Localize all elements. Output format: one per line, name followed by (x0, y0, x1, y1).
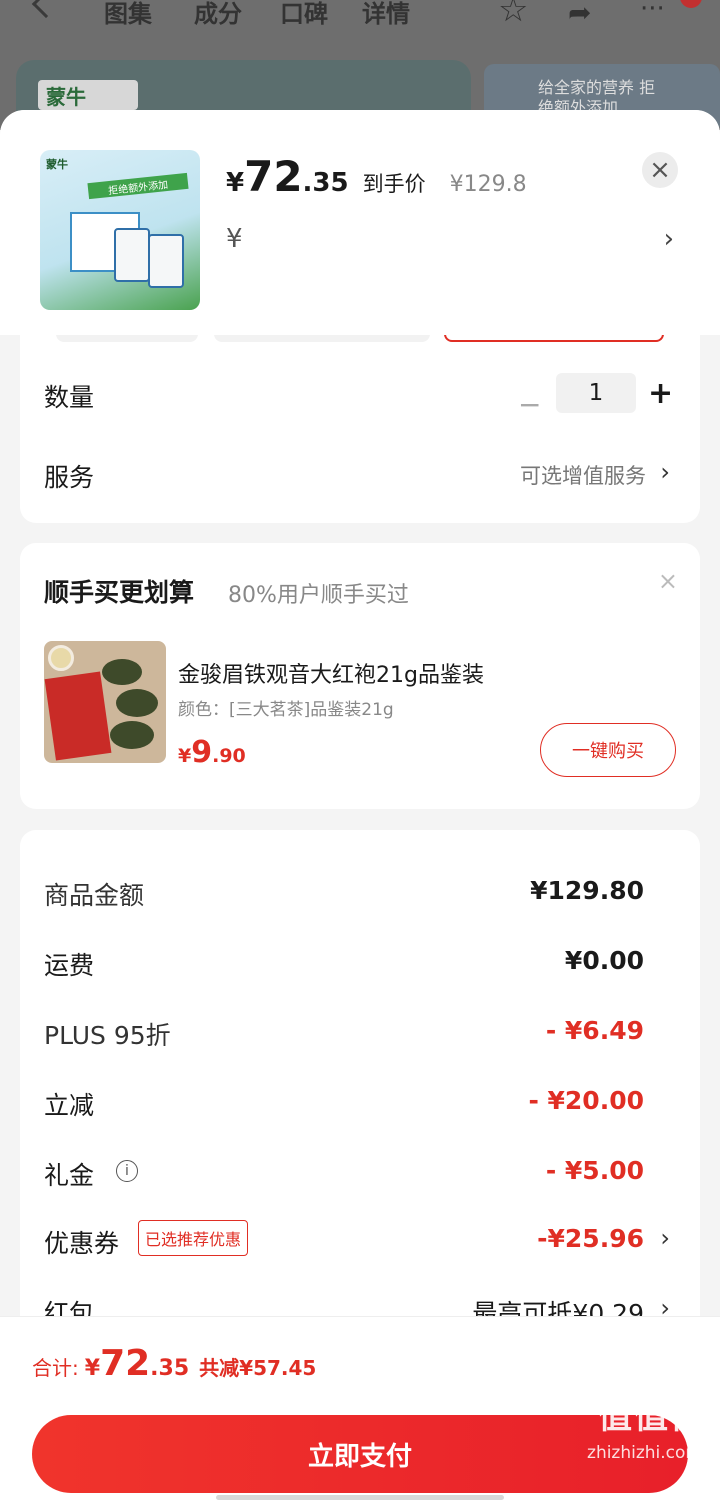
quantity-input[interactable]: 1 (556, 373, 636, 413)
service-label: 服务 (44, 463, 95, 492)
fee-row-coupon[interactable]: 优惠券 已选推荐优惠 -¥25.96 › (20, 1220, 700, 1264)
sub-currency: ¥ (226, 224, 243, 254)
home-indicator[interactable] (216, 1495, 504, 1500)
addon-price-decimal: .90 (212, 745, 246, 767)
addon-item-attr: 颜色：[三大茗茶]品鉴装21g (178, 700, 394, 720)
tea-cup (48, 645, 74, 671)
price-decimal: .35 (302, 168, 349, 198)
info-icon[interactable]: i (116, 1160, 138, 1182)
star-icon[interactable]: ☆ (498, 0, 528, 30)
service-value[interactable]: 可选增值服务 (520, 460, 646, 490)
thumb-can (148, 234, 184, 288)
one-click-buy-button[interactable]: 一键购买 (540, 723, 676, 777)
total-summary: 合计: ¥ 72 .35 共减¥57.45 (32, 1343, 316, 1384)
price-label: 到手价 (362, 172, 426, 196)
fee-value: -¥25.96 (537, 1224, 644, 1253)
chevron-right-icon: › (660, 1224, 670, 1252)
tab-gallery[interactable]: 图集 (104, 0, 152, 29)
header-price: ¥ 72 .35 到手价 ¥129.8 (226, 152, 527, 201)
fee-label: PLUS 95折 (44, 1021, 171, 1050)
quantity-minus-button[interactable]: − (518, 388, 541, 421)
coupon-tag: 已选推荐优惠 (138, 1220, 249, 1256)
fee-value: ¥129.80 (530, 876, 644, 905)
quantity-plus-button[interactable]: + (648, 376, 673, 411)
spec-summary-row[interactable]: ¥ › (226, 222, 678, 262)
chevron-right-icon[interactable]: › (660, 458, 670, 486)
watermark-url: zhizhizhi.com (587, 1443, 702, 1463)
fee-label: 优惠券 (44, 1229, 120, 1258)
thumb-can (114, 228, 150, 282)
watermark-logo: 值值值 (598, 1397, 706, 1437)
fee-value: - ¥20.00 (528, 1086, 644, 1115)
addon-title: 顺手买更划算 (44, 578, 195, 607)
product-thumbnail: 蒙牛 拒绝额外添加 (40, 150, 200, 310)
tab-details[interactable]: 详情 (362, 0, 410, 29)
addon-product-image[interactable] (44, 641, 166, 763)
total-decimal: .35 (150, 1356, 190, 1381)
sheet-header: 蒙牛 拒绝额外添加 ¥ 72 .35 到手价 ¥129.8 × ¥ › (0, 110, 720, 335)
price-currency: ¥ (226, 168, 245, 198)
tab-reviews[interactable]: 口碑 (280, 0, 328, 29)
close-icon[interactable]: × (658, 567, 678, 595)
fee-row-shipping: 运费 ¥0.00 (20, 946, 700, 986)
total-integer: 72 (100, 1343, 151, 1384)
notification-badge (680, 0, 702, 8)
addon-price-integer: 9 (191, 735, 213, 770)
fee-label: 礼金 (44, 1161, 95, 1190)
addon-card: 顺手买更划算 80%用户顺手买过 × 金骏眉铁观音大红袍21g品鉴装 颜色：[三… (20, 543, 700, 809)
quantity-label: 数量 (44, 383, 95, 412)
fee-label: 立减 (44, 1091, 95, 1120)
total-label: 合计: (32, 1356, 79, 1380)
fee-value: - ¥6.49 (545, 1016, 644, 1045)
back-arrow-icon[interactable] (31, 0, 61, 19)
share-icon[interactable]: ➦ (568, 0, 591, 29)
fee-label: 运费 (44, 951, 95, 980)
more-icon[interactable]: ··· (640, 0, 665, 24)
total-saved: 共减¥57.45 (199, 1356, 317, 1380)
fee-value: - ¥5.00 (545, 1156, 644, 1185)
addon-item-name[interactable]: 金骏眉铁观音大红袍21g品鉴装 (178, 657, 484, 689)
tab-ingredients[interactable]: 成分 (194, 0, 242, 29)
fee-label: 商品金额 (44, 881, 145, 910)
chevron-right-icon: › (663, 224, 674, 254)
background-nav: 图集 成分 口碑 详情 ☆ ➦ ··· (0, 0, 720, 30)
fee-row-instant-discount: 立减 - ¥20.00 (20, 1086, 700, 1126)
thumb-brand: 蒙牛 (46, 158, 68, 171)
options-card: 数量 − 1 + 服务 可选增值服务 › (20, 330, 700, 523)
order-sheet: 蒙牛 拒绝额外添加 ¥ 72 .35 到手价 ¥129.8 × ¥ › 数量 −… (0, 110, 720, 1500)
original-price: ¥129.8 (449, 172, 527, 197)
price-integer: 72 (244, 152, 303, 201)
tea-box (44, 671, 112, 761)
addon-price-currency: ¥ (178, 745, 192, 767)
fee-row-gift-money: 礼金 i - ¥5.00 (20, 1156, 700, 1196)
fee-value: ¥0.00 (564, 946, 644, 975)
close-button[interactable]: × (642, 152, 678, 188)
brand-logo: 蒙牛 (38, 80, 138, 110)
tea-leaves (102, 659, 142, 685)
addon-price: ¥ 9 .90 (178, 735, 246, 770)
fee-row-subtotal: 商品金额 ¥129.80 (20, 876, 700, 916)
total-currency: ¥ (84, 1356, 101, 1381)
fee-row-plus-discount: PLUS 95折 - ¥6.49 (20, 1016, 700, 1056)
addon-subtitle: 80%用户顺手买过 (228, 583, 409, 608)
thumb-strip: 拒绝额外添加 (87, 172, 189, 200)
fee-breakdown-card: 商品金额 ¥129.80 运费 ¥0.00 PLUS 95折 - ¥6.49 立… (20, 830, 700, 1350)
tea-leaves (110, 721, 154, 749)
tea-leaves (116, 689, 158, 717)
checkout-footer: 合计: ¥ 72 .35 共减¥57.45 立即支付 值值值 zhizhizhi… (0, 1316, 720, 1500)
